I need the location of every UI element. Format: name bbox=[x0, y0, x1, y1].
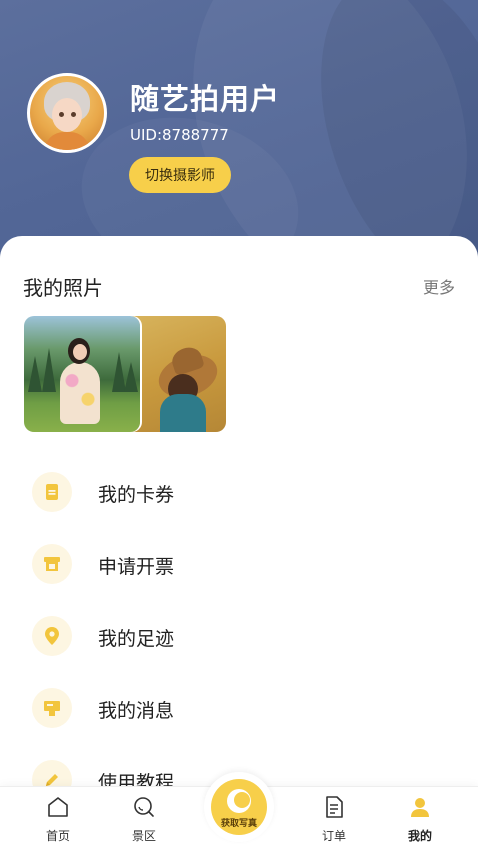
profile-header: 随艺拍用户 UID:8788777 切换摄影师 bbox=[0, 0, 478, 270]
tab-home[interactable]: 首页 bbox=[18, 787, 98, 851]
location-pin-icon bbox=[32, 616, 72, 656]
my-photos-title: 我的照片 bbox=[23, 276, 103, 300]
content-card: 我的照片 更多 我的卡券 申请开票 我的足迹 我的消息 使用教程 bbox=[0, 236, 478, 800]
get-portrait-button[interactable]: 获取写真 bbox=[204, 772, 274, 842]
invoice-icon bbox=[32, 544, 72, 584]
tab-orders[interactable]: 订单 bbox=[294, 787, 374, 851]
username: 随艺拍用户 bbox=[130, 82, 281, 116]
message-icon bbox=[32, 688, 72, 728]
center-button-label: 获取写真 bbox=[220, 819, 257, 829]
photo-thumbnail[interactable] bbox=[132, 316, 226, 432]
menu-label: 申请开票 bbox=[98, 556, 175, 578]
home-icon bbox=[48, 797, 68, 817]
menu-item-messages[interactable]: 我的消息 bbox=[0, 678, 478, 738]
tab-label: 订单 bbox=[321, 829, 346, 843]
user-id: UID:8788777 bbox=[130, 126, 229, 144]
menu-label: 我的足迹 bbox=[98, 628, 175, 650]
camera-moon-icon: 获取写真 bbox=[211, 779, 267, 835]
menu-item-invoice[interactable]: 申请开票 bbox=[0, 534, 478, 594]
tab-label: 我的 bbox=[407, 829, 432, 843]
photo-thumbnail[interactable] bbox=[24, 316, 140, 432]
user-icon bbox=[411, 798, 429, 817]
tab-label: 首页 bbox=[45, 829, 70, 843]
menu-label: 我的卡券 bbox=[98, 484, 175, 506]
search-icon bbox=[134, 797, 154, 817]
more-photos-link[interactable]: 更多 bbox=[423, 274, 455, 298]
tab-mine[interactable]: 我的 bbox=[380, 787, 460, 851]
photo-gallery bbox=[24, 316, 226, 432]
tab-label: 景区 bbox=[131, 829, 156, 843]
menu-item-footprints[interactable]: 我的足迹 bbox=[0, 606, 478, 666]
coupon-icon bbox=[32, 472, 72, 512]
tab-scenic[interactable]: 景区 bbox=[104, 787, 184, 851]
switch-photographer-button[interactable]: 切换摄影师 bbox=[129, 157, 231, 193]
menu-label: 我的消息 bbox=[98, 700, 175, 722]
menu-item-coupons[interactable]: 我的卡券 bbox=[0, 462, 478, 522]
document-icon bbox=[326, 796, 343, 818]
avatar[interactable] bbox=[27, 73, 107, 153]
